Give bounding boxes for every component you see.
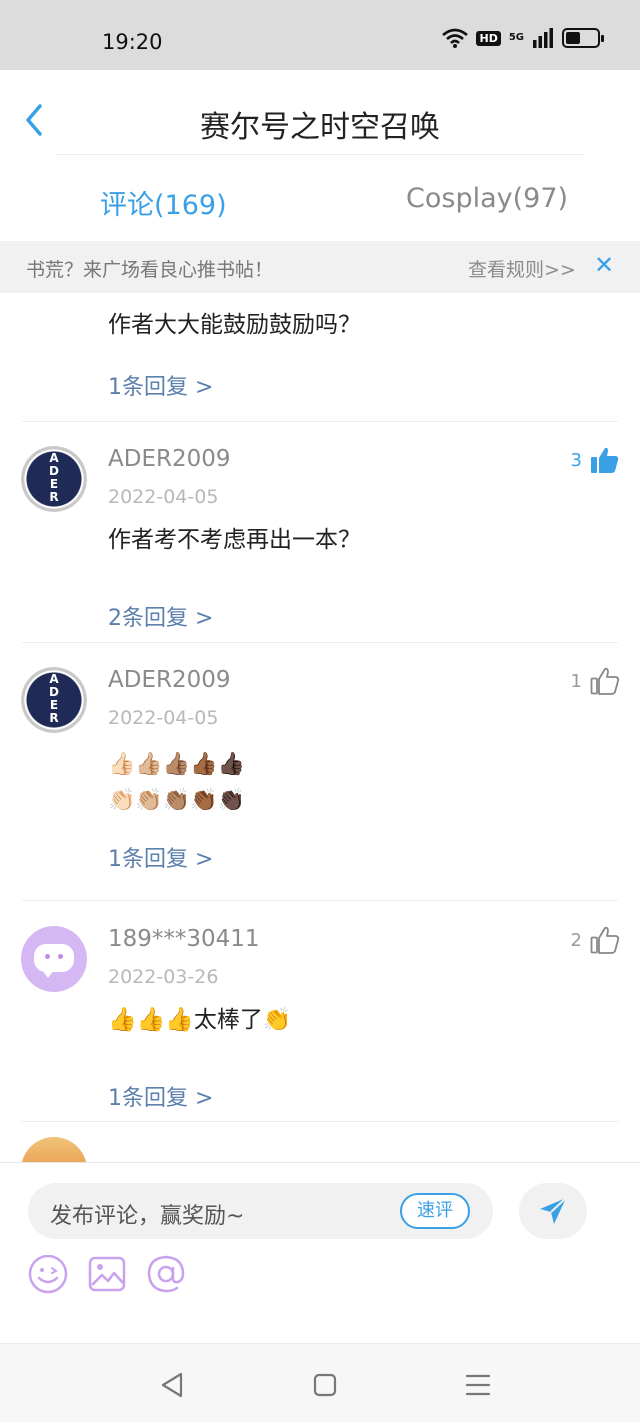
- tab-comments[interactable]: 评论(169): [100, 183, 227, 222]
- like-count: 3: [570, 449, 582, 471]
- thumbs-up-filled-icon: [591, 447, 619, 473]
- emoji-line-clap: 👏🏻👏🏼👏🏽👏🏾👏🏿: [108, 788, 245, 813]
- comment-item-partial: [0, 1137, 640, 1162]
- emoji-icon[interactable]: [27, 1253, 69, 1295]
- comment-date: 2022-04-05: [108, 707, 219, 729]
- comment-divider: [22, 642, 618, 643]
- comment-divider: [22, 900, 618, 901]
- hd-badge: HD: [476, 30, 501, 46]
- comment-username[interactable]: 189***30411: [108, 926, 260, 952]
- send-icon: [540, 1197, 567, 1224]
- comment-composer: 发布评论，赢奖励~ 速评: [0, 1162, 640, 1343]
- tab-cosplay[interactable]: Cosplay(97): [406, 183, 568, 214]
- quick-review-button[interactable]: 速评: [400, 1193, 470, 1229]
- comment-divider: [22, 421, 618, 422]
- tab-bar: 评论(169) Cosplay(97): [0, 155, 640, 241]
- comment-feed[interactable]: 我现在是小陷人， 作者大大能鼓励鼓励吗？ 1条回复 > ADER ADER200…: [0, 293, 640, 1162]
- thumbs-up-outline-icon: [590, 926, 620, 954]
- avatar-eye: [45, 954, 50, 959]
- banner-text[interactable]: 书荒？来广场看良心推书帖！: [26, 255, 273, 282]
- menu-lines-icon[interactable]: [463, 1370, 493, 1400]
- avatar[interactable]: [21, 926, 87, 992]
- home-square-icon[interactable]: [310, 1370, 340, 1400]
- comment-username[interactable]: ADER2009: [108, 667, 231, 693]
- comment-item: 189***30411 2022-03-26 👍👍👍太棒了👏 2 1条回复 >: [0, 926, 640, 1126]
- emoji-line-thumbs: 👍🏻👍🏼👍🏽👍🏾👍🏿: [108, 752, 245, 777]
- partial-comment-text: 作者大大能鼓励鼓励吗？: [108, 312, 361, 338]
- like-count: 1: [570, 670, 582, 692]
- close-icon[interactable]: ✕: [594, 251, 614, 279]
- view-rules-link[interactable]: 查看规则>>: [468, 255, 576, 282]
- comment-reply-link[interactable]: 1条回复 >: [108, 1080, 213, 1112]
- status-time: 19:20: [102, 30, 163, 54]
- thumbs-up-outline-icon: [590, 667, 620, 695]
- notice-banner: 书荒？来广场看良心推书帖！ 查看规则>> ✕: [0, 241, 640, 293]
- comment-date: 2022-04-05: [108, 486, 219, 508]
- like-button[interactable]: 2: [571, 926, 620, 954]
- network-type: 5G: [508, 32, 524, 43]
- send-button[interactable]: [519, 1183, 587, 1239]
- like-button[interactable]: 3: [571, 446, 620, 474]
- like-count: 2: [570, 929, 582, 951]
- at-icon[interactable]: [145, 1253, 187, 1295]
- page-title: 赛尔号之时空召唤: [200, 110, 440, 145]
- avatar-eye: [58, 954, 63, 959]
- wifi-icon: [442, 28, 469, 48]
- image-icon[interactable]: [86, 1253, 128, 1295]
- avatar-text: ADER: [49, 672, 59, 725]
- status-bar: 19:20 HD 5G: [0, 0, 640, 70]
- header: 赛尔号之时空召唤: [0, 70, 640, 155]
- comment-input-placeholder: 发布评论，赢奖励~: [50, 1204, 245, 1229]
- comment-reply-link[interactable]: 1条回复 >: [108, 841, 213, 873]
- comment-text: 👍🏻👍🏼👍🏽👍🏾👍🏿 👏🏻👏🏼👏🏽👏🏾👏🏿: [108, 747, 245, 819]
- comment-username[interactable]: ADER2009: [108, 446, 231, 472]
- comment-reply-link[interactable]: 2条回复 >: [108, 600, 213, 632]
- battery-icon: [562, 28, 604, 48]
- status-icons: HD 5G: [442, 28, 604, 48]
- comment-item: ADER ADER2009 2022-04-05 作者考不考虑再出一本？ 3 2…: [0, 446, 640, 646]
- system-nav-bar: [0, 1343, 640, 1422]
- comment-item: ADER ADER2009 2022-04-05 👍🏻👍🏼👍🏽👍🏾👍🏿 👏🏻👏🏼…: [0, 667, 640, 907]
- comment-input[interactable]: 发布评论，赢奖励~ 速评: [28, 1183, 493, 1239]
- partial-comment-cut-line: 我现在是小陷人，: [108, 293, 508, 301]
- like-button[interactable]: 1: [571, 667, 620, 695]
- battery-level: [566, 32, 580, 44]
- comment-divider: [22, 1121, 618, 1122]
- avatar[interactable]: ADER: [21, 446, 87, 512]
- signal-icon: [533, 28, 553, 48]
- comment-text: 👍👍👍太棒了👏: [108, 1007, 292, 1033]
- comment-date: 2022-03-26: [108, 966, 219, 988]
- avatar[interactable]: ADER: [21, 667, 87, 733]
- comment-text: 作者考不考虑再出一本？: [108, 527, 361, 553]
- avatar-text: ADER: [49, 451, 59, 504]
- partial-comment-reply-link[interactable]: 1条回复 >: [108, 369, 213, 401]
- chat-bubble-icon: [34, 944, 74, 978]
- back-triangle-icon[interactable]: [158, 1370, 188, 1400]
- avatar[interactable]: [21, 1137, 87, 1162]
